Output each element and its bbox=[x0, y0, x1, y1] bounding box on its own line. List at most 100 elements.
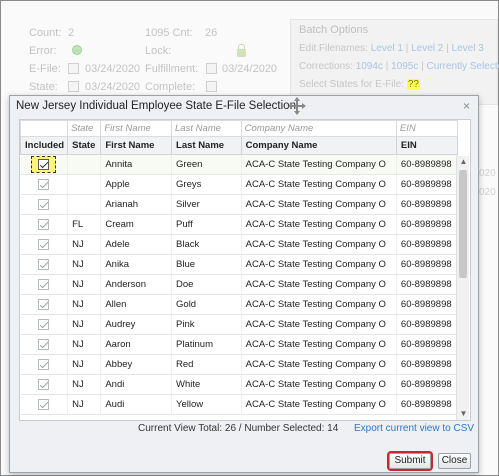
filter-company-name[interactable]: Company Name bbox=[240, 120, 397, 137]
company-cell: ACA-C State Testing Company O bbox=[241, 314, 397, 335]
last-name-cell: Red bbox=[171, 354, 242, 375]
state-label: State: bbox=[29, 81, 58, 93]
export-csv-link[interactable]: Export current view to CSV bbox=[354, 423, 474, 434]
corr-current-link[interactable]: Currently Selected bbox=[427, 61, 499, 72]
ein-cell: 60-8989898 bbox=[396, 374, 459, 395]
ein-cell: 60-8989898 bbox=[396, 354, 459, 375]
table-row[interactable]: Annita Green ACA-C State Testing Company O… bbox=[20, 154, 459, 175]
corr-1094c-link[interactable]: 1094c bbox=[356, 61, 383, 72]
employee-grid: State First Name Last Name Company Name … bbox=[19, 119, 471, 421]
level2-link[interactable]: Level 2 bbox=[411, 43, 443, 54]
fulfillment-checkbox[interactable] bbox=[206, 63, 217, 74]
table-row[interactable]: NJ Anika Blue ACA-C State Testing Company O… bbox=[20, 254, 459, 275]
state-cell: NJ bbox=[67, 354, 102, 375]
company-cell: ACA-C State Testing Company O bbox=[241, 254, 397, 275]
first-name-cell: Audi bbox=[100, 394, 173, 415]
state-cell: NJ bbox=[67, 234, 102, 255]
included-checkbox[interactable] bbox=[38, 178, 50, 190]
submit-button[interactable]: Submit bbox=[389, 453, 431, 469]
grid-body: Annita Green ACA-C State Testing Company O… bbox=[20, 154, 459, 415]
col-company-name[interactable]: Company Name bbox=[240, 136, 397, 155]
level1-link[interactable]: Level 1 bbox=[371, 43, 403, 54]
filter-included bbox=[20, 120, 69, 137]
included-checkbox[interactable] bbox=[38, 358, 50, 370]
included-cell bbox=[20, 314, 69, 335]
state-checkbox[interactable] bbox=[68, 81, 79, 92]
included-cell bbox=[20, 374, 69, 395]
included-checkbox[interactable] bbox=[38, 198, 50, 210]
col-state[interactable]: State bbox=[67, 136, 102, 155]
ein-cell: 60-8989898 bbox=[396, 334, 459, 355]
company-cell: ACA-C State Testing Company O bbox=[241, 394, 397, 415]
company-cell: ACA-C State Testing Company O bbox=[241, 374, 397, 395]
included-cell bbox=[20, 354, 69, 375]
select-states-row: Select States for E-File: ?? bbox=[299, 79, 420, 90]
table-row[interactable]: NJ Adele Black ACA-C State Testing Company … bbox=[20, 234, 459, 255]
efile-checkbox[interactable] bbox=[68, 63, 79, 74]
table-row[interactable]: FL Cream Puff ACA-C State Testing Company O… bbox=[20, 214, 459, 235]
included-checkbox[interactable] bbox=[38, 378, 50, 390]
table-row[interactable]: NJ Anderson Doe ACA-C State Testing Company… bbox=[20, 274, 459, 295]
last-name-cell: Blue bbox=[171, 254, 242, 275]
state-cell: NJ bbox=[67, 294, 102, 315]
included-checkbox[interactable] bbox=[38, 158, 50, 170]
col-last-name[interactable]: Last Name bbox=[171, 136, 242, 155]
filter-state[interactable]: State bbox=[67, 120, 102, 137]
efile-label: E-File: bbox=[29, 63, 61, 75]
first-name-cell: Cream bbox=[100, 214, 173, 235]
table-row[interactable]: NJ Abbey Red ACA-C State Testing Company O6… bbox=[20, 354, 459, 375]
included-checkbox[interactable] bbox=[38, 258, 50, 270]
ein-cell: 60-8989898 bbox=[396, 174, 459, 195]
grid-vertical-scrollbar[interactable]: ▲ ▼ bbox=[456, 156, 469, 420]
table-row[interactable]: NJ Allen Gold ACA-C State Testing Company O… bbox=[20, 294, 459, 315]
table-row[interactable]: Arianah Silver ACA-C State Testing Company… bbox=[20, 194, 459, 215]
included-checkbox[interactable] bbox=[38, 318, 50, 330]
table-row[interactable]: NJ Aaron Platinum ACA-C State Testing Compa… bbox=[20, 334, 459, 355]
included-checkbox[interactable] bbox=[38, 238, 50, 250]
included-checkbox[interactable] bbox=[38, 278, 50, 290]
dialog-title: New Jersey Individual Employee State E-F… bbox=[16, 100, 296, 112]
scroll-thumb[interactable] bbox=[459, 170, 467, 278]
close-button[interactable]: Close bbox=[438, 453, 471, 469]
included-checkbox[interactable] bbox=[38, 218, 50, 230]
col-ein[interactable]: EIN bbox=[395, 136, 459, 155]
corr-1095c-link[interactable]: 1095c bbox=[391, 61, 418, 72]
first-name-cell: Abbey bbox=[100, 354, 173, 375]
filter-ein[interactable]: EIN bbox=[395, 120, 459, 137]
ein-cell: 60-8989898 bbox=[396, 154, 459, 175]
table-row[interactable]: NJ Audrey Pink ACA-C State Testing Company … bbox=[20, 314, 459, 335]
included-checkbox[interactable] bbox=[38, 338, 50, 350]
fulfillment-date: 03/24/2020 bbox=[222, 63, 278, 75]
scroll-down-icon[interactable]: ▼ bbox=[457, 408, 470, 420]
col-first-name[interactable]: First Name bbox=[100, 136, 173, 155]
table-row[interactable]: NJ Andi White ACA-C State Testing Company O… bbox=[20, 374, 459, 395]
state-efile-selection-dialog: New Jersey Individual Employee State E-F… bbox=[9, 95, 479, 473]
col-included[interactable]: Included bbox=[20, 136, 69, 155]
table-row[interactable]: Apple Greys ACA-C State Testing Company O6… bbox=[20, 174, 459, 195]
side-year-1: 020 bbox=[479, 168, 496, 179]
first-name-cell: Anderson bbox=[100, 274, 173, 295]
first-name-cell: Allen bbox=[100, 294, 173, 315]
count-value: 2 bbox=[68, 27, 75, 39]
filter-last-name[interactable]: Last Name bbox=[171, 120, 242, 137]
last-name-cell: White bbox=[171, 374, 242, 395]
included-checkbox[interactable] bbox=[38, 398, 50, 410]
last-name-cell: Yellow bbox=[171, 394, 242, 415]
move-icon[interactable] bbox=[288, 97, 306, 115]
lock-icon bbox=[237, 44, 246, 57]
table-row[interactable]: NJ Audi Yellow ACA-C State Testing Company … bbox=[20, 394, 459, 415]
included-cell bbox=[20, 194, 69, 215]
included-checkbox[interactable] bbox=[38, 298, 50, 310]
first-name-cell: Annita bbox=[100, 154, 173, 175]
close-icon[interactable]: × bbox=[463, 99, 470, 113]
scroll-up-icon[interactable]: ▲ bbox=[457, 156, 470, 168]
ein-cell: 60-8989898 bbox=[396, 214, 459, 235]
state-cell bbox=[67, 194, 102, 215]
state-cell: NJ bbox=[67, 274, 102, 295]
complete-checkbox[interactable] bbox=[206, 81, 217, 92]
lock-label: Lock: bbox=[145, 45, 172, 57]
filter-first-name[interactable]: First Name bbox=[100, 120, 173, 137]
corrections-row: Corrections: 1094c | 1095c | Currently S… bbox=[299, 61, 499, 72]
select-states-link[interactable]: ?? bbox=[406, 79, 420, 90]
level3-link[interactable]: Level 3 bbox=[452, 43, 484, 54]
